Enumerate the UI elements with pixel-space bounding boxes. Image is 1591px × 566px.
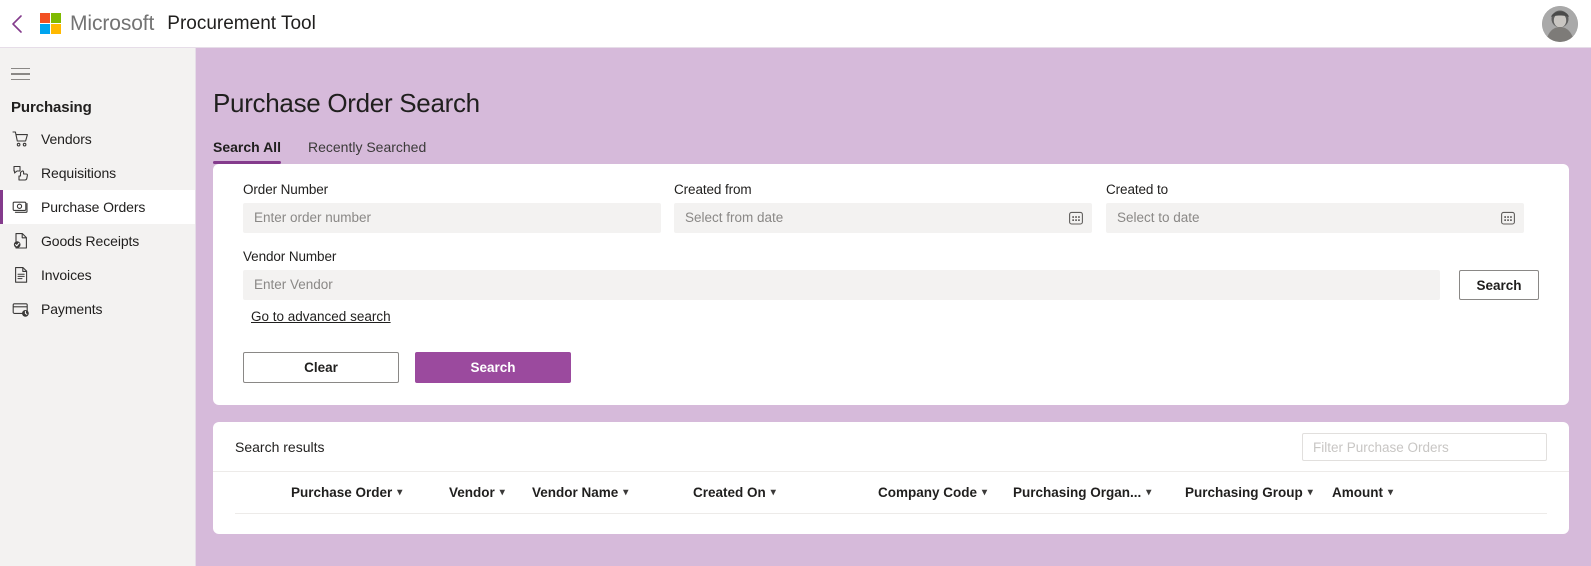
search-button[interactable]: Search — [415, 352, 571, 383]
calendar-icon[interactable] — [1067, 209, 1085, 227]
calendar-icon[interactable] — [1499, 209, 1517, 227]
sidebar-item-payments[interactable]: Payments — [0, 292, 195, 326]
card-clock-icon — [11, 300, 30, 319]
microsoft-logo-icon — [40, 13, 61, 34]
chevron-down-icon: ▾ — [982, 486, 988, 498]
main-content: Purchase Order Search Search All Recentl… — [196, 48, 1591, 566]
column-header-label: Company Code — [878, 485, 978, 500]
order-number-label: Order Number — [243, 182, 329, 197]
column-header-label: Purchasing Group — [1185, 485, 1303, 500]
search-form-row-2: Vendor Number Search — [243, 249, 1539, 300]
created-from-field: Created from — [674, 182, 1092, 233]
sidebar-item-invoices[interactable]: Invoices — [0, 258, 195, 292]
chevron-down-icon: ▾ — [1146, 486, 1152, 498]
chevron-down-icon: ▾ — [623, 486, 629, 498]
column-header-label: Vendor — [449, 485, 495, 500]
column-header-amount[interactable]: Amount ▾ — [1332, 485, 1393, 500]
sidebar-item-label: Goods Receipts — [41, 233, 140, 249]
filter-purchase-orders-input[interactable] — [1302, 433, 1547, 461]
sidebar-item-label: Vendors — [41, 131, 92, 147]
vendor-number-field: Vendor Number — [243, 249, 1440, 300]
form-actions: Clear Search — [243, 352, 1539, 383]
document-check-icon — [11, 232, 30, 251]
sidebar-item-goods-receipts[interactable]: Goods Receipts — [0, 224, 195, 258]
created-to-field: Created to — [1106, 182, 1524, 233]
advanced-search-link[interactable]: Go to advanced search — [251, 309, 391, 324]
money-icon — [11, 198, 30, 217]
tab-list: Search All Recently Searched — [213, 139, 1591, 164]
chevron-down-icon: ▾ — [499, 486, 505, 498]
top-bar: Microsoft Procurement Tool — [0, 0, 1591, 48]
column-header-purchasing-group[interactable]: Purchasing Group ▾ — [1185, 485, 1332, 500]
column-header-purchase-order[interactable]: Purchase Order ▾ — [235, 485, 449, 500]
page-title: Purchase Order Search — [213, 88, 480, 118]
column-header-created-on[interactable]: Created On ▾ — [693, 485, 878, 500]
chevron-left-icon — [10, 14, 24, 34]
column-header-label: Purchasing Organ... — [1013, 485, 1142, 500]
search-results-title: Search results — [235, 438, 325, 455]
order-number-input[interactable] — [243, 203, 661, 233]
chevron-down-icon: ▾ — [1307, 486, 1313, 498]
created-to-label: Created to — [1106, 182, 1169, 197]
tab-search-all[interactable]: Search All — [213, 139, 281, 164]
column-header-label: Amount — [1332, 485, 1383, 500]
avatar[interactable] — [1542, 6, 1578, 42]
vendor-search-button[interactable]: Search — [1459, 270, 1539, 300]
column-header-label: Vendor Name — [532, 485, 619, 500]
back-button[interactable] — [0, 0, 34, 48]
search-results-header: Search results — [213, 422, 1569, 472]
created-from-label: Created from — [674, 182, 752, 197]
results-table-header: Purchase Order ▾ Vendor ▾ Vendor Name ▾ … — [235, 472, 1547, 514]
tab-recently-searched[interactable]: Recently Searched — [308, 139, 426, 164]
search-form-card: Order Number Created from — [213, 164, 1569, 405]
vendor-number-input-wrap — [243, 270, 1440, 300]
sidebar-item-label: Invoices — [41, 267, 92, 283]
form-spacer — [661, 182, 674, 233]
column-header-label: Created On — [693, 485, 766, 500]
sidebar-item-requisitions[interactable]: Requisitions — [0, 156, 195, 190]
chevron-down-icon: ▾ — [1388, 486, 1394, 498]
vendor-number-input[interactable] — [243, 270, 1440, 300]
column-header-purchasing-organization[interactable]: Purchasing Organ... ▾ — [1013, 485, 1185, 500]
clear-button[interactable]: Clear — [243, 352, 399, 383]
sidebar: Purchasing Vendors Requisitions Purchase… — [0, 48, 196, 566]
sidebar-section-title: Purchasing — [11, 99, 92, 116]
sidebar-item-label: Requisitions — [41, 165, 117, 181]
created-from-input-wrap — [674, 203, 1092, 233]
created-to-input[interactable] — [1106, 203, 1524, 233]
column-header-vendor[interactable]: Vendor ▾ — [449, 485, 532, 500]
sidebar-item-purchase-orders[interactable]: Purchase Orders — [0, 190, 195, 224]
results-table-body — [213, 514, 1569, 534]
app-title: Procurement Tool — [167, 12, 316, 34]
search-results-card: Search results Purchase Order ▾ Vendor ▾… — [213, 422, 1569, 534]
created-from-input[interactable] — [674, 203, 1092, 233]
microsoft-wordmark: Microsoft — [70, 11, 155, 35]
form-spacer — [1092, 182, 1106, 233]
created-to-input-wrap — [1106, 203, 1524, 233]
chevron-down-icon: ▾ — [397, 486, 403, 498]
order-number-input-wrap — [243, 203, 661, 233]
sidebar-item-vendors[interactable]: Vendors — [0, 122, 195, 156]
sidebar-item-label: Payments — [41, 301, 103, 317]
approvals-icon — [11, 164, 30, 183]
column-header-vendor-name[interactable]: Vendor Name ▾ — [532, 485, 693, 500]
document-lines-icon — [11, 266, 30, 285]
chevron-down-icon: ▾ — [770, 486, 776, 498]
hamburger-menu-icon[interactable] — [0, 57, 40, 91]
sidebar-item-label: Purchase Orders — [41, 199, 146, 215]
column-header-label: Purchase Order — [291, 485, 393, 500]
shopping-cart-icon — [11, 130, 30, 149]
search-form-row-1: Order Number Created from — [243, 182, 1539, 233]
vendor-number-label: Vendor Number — [243, 249, 337, 264]
order-number-field: Order Number — [243, 182, 661, 233]
column-header-company-code[interactable]: Company Code ▾ — [878, 485, 1013, 500]
